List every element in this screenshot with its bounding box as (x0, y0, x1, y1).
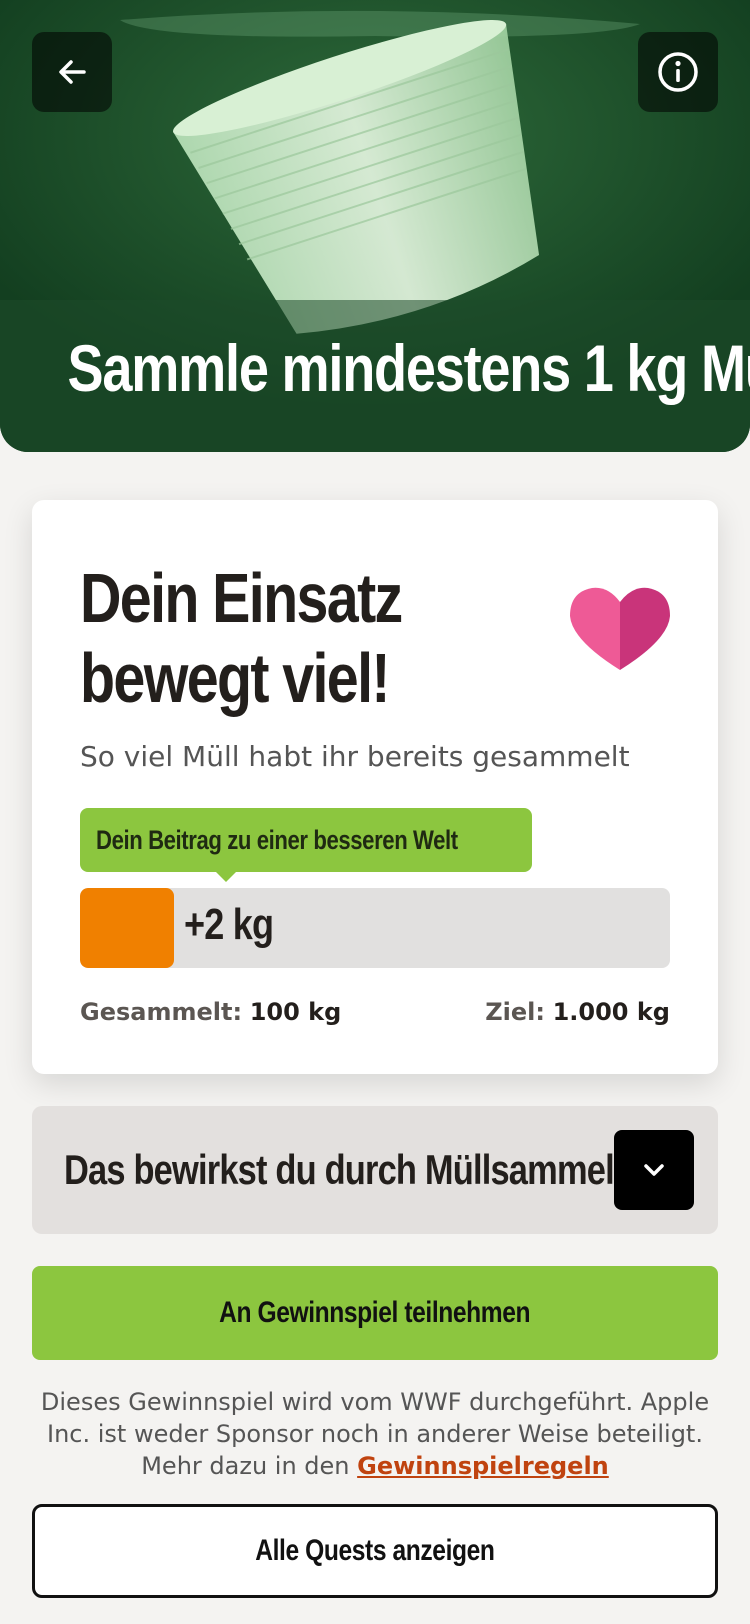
collected-label: Gesammelt: (80, 998, 243, 1026)
raffle-rules-link[interactable]: Gewinnspielregeln (357, 1452, 609, 1480)
impact-card: Dein Einsatz bewegt viel! So viel Müll h… (32, 500, 718, 1074)
join-raffle-button[interactable]: An Gewinnspiel teilnehmen (32, 1266, 718, 1360)
join-raffle-label: An Gewinnspiel teilnehmen (219, 1296, 531, 1329)
collected-value: 100 kg (249, 998, 342, 1026)
card-title: Dein Einsatz bewegt viel! (80, 558, 424, 718)
card-title-line1: Dein Einsatz (80, 559, 403, 637)
accordion-title: Das bewirkst du durch Müllsammeln (64, 1146, 635, 1193)
contribution-label: +2 kg (184, 900, 274, 949)
arrow-left-icon (59, 60, 86, 84)
accordion-toggle-button[interactable] (614, 1130, 694, 1210)
goal-value: 1.000 kg (552, 998, 670, 1026)
raffle-disclaimer: Dieses Gewinnspiel wird vom WWF durchgef… (32, 1386, 718, 1482)
card-subtitle: So viel Müll habt ihr bereits gesammelt (80, 740, 630, 773)
heart-icon (570, 587, 670, 670)
progress-fill (80, 888, 175, 968)
all-quests-button[interactable]: Alle Quests anzeigen (32, 1504, 718, 1598)
info-button[interactable] (638, 32, 718, 112)
goal-stat: Ziel: 1.000 kg (485, 998, 670, 1026)
tooltip-text: Dein Beitrag zu einer besseren Welt (96, 824, 458, 855)
page-title: Sammle mindestens 1 kg Müll (67, 331, 750, 405)
progress-bar: +2 kg (80, 888, 670, 968)
card-title-line2: bewegt viel! (80, 639, 390, 717)
goal-label: Ziel: (485, 998, 545, 1026)
contribution-tooltip: Dein Beitrag zu einer besseren Welt (80, 808, 532, 882)
collected-stat: Gesammelt: 100 kg (80, 998, 341, 1026)
all-quests-label: Alle Quests anzeigen (255, 1534, 495, 1567)
chevron-down-icon (644, 1164, 664, 1176)
hero-header: Sammle mindestens 1 kg Müll (0, 0, 750, 452)
back-button[interactable] (32, 32, 112, 112)
info-icon (658, 52, 698, 92)
impact-accordion[interactable]: Das bewirkst du durch Müllsammeln (32, 1106, 718, 1234)
